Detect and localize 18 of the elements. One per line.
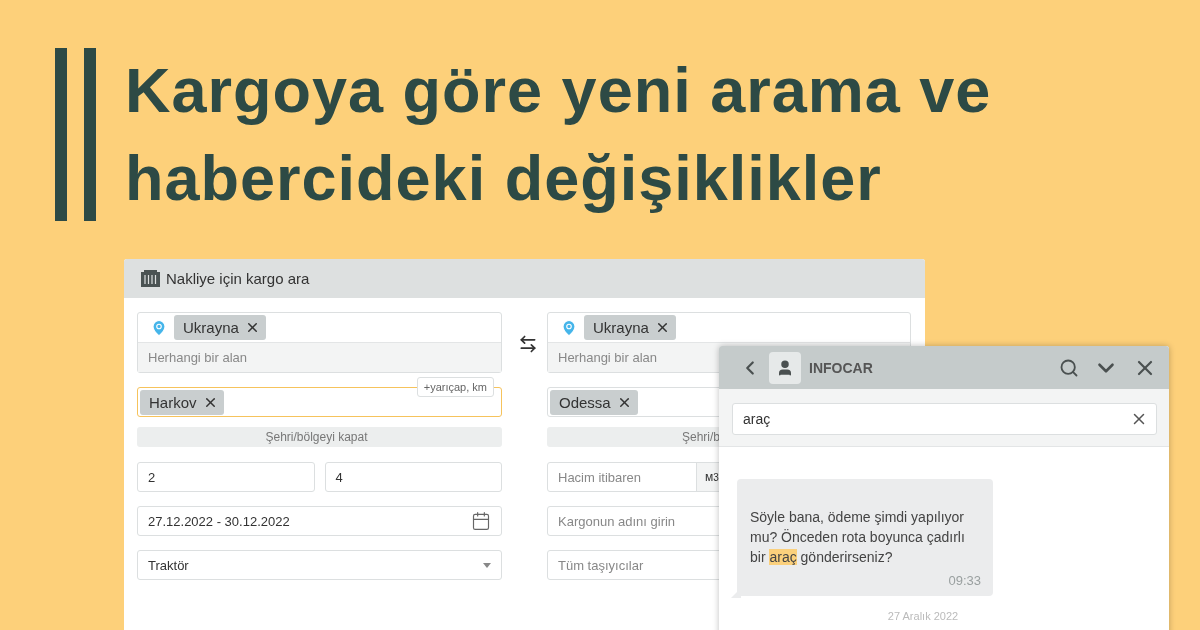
body-type-select[interactable]: Traktör — [137, 550, 502, 580]
date-label: 27 Aralık 2022 — [887, 610, 959, 622]
location-chip[interactable]: Odessa — [550, 389, 638, 415]
date-field[interactable]: 27.12.2022 - 30.12.2022 — [137, 506, 502, 536]
chat-title: INFOCAR — [809, 359, 874, 376]
location-field[interactable]: Ukrayna Herhangi bir alan — [137, 312, 502, 373]
weight-to-field[interactable]: 4 — [324, 462, 502, 492]
panel-title: Nakliye için kargo ara — [166, 270, 310, 287]
location-chip[interactable]: Harkov — [140, 389, 224, 415]
location-chip[interactable]: Ukrayna — [584, 315, 676, 340]
location-chip[interactable]: Ukrayna — [174, 315, 266, 340]
headline: Kargoya göre yeni arama ve habercideki değişiklikler — [125, 54, 992, 215]
close-region-button[interactable]: Şehri/bölgeyi kapat — [137, 427, 502, 447]
message-time: 09:33 — [947, 573, 981, 588]
chat-search-field[interactable]: araç — [732, 403, 1157, 435]
weight-from-field[interactable]: 2 — [137, 462, 315, 492]
radius-button[interactable]: +yarıçap, km — [416, 377, 494, 397]
message-text: Söyle bana, ödeme şimdi yapılıyor mu? Önceden rota boyunca çadırlı bir araç gönderirseniz? — [750, 508, 966, 567]
